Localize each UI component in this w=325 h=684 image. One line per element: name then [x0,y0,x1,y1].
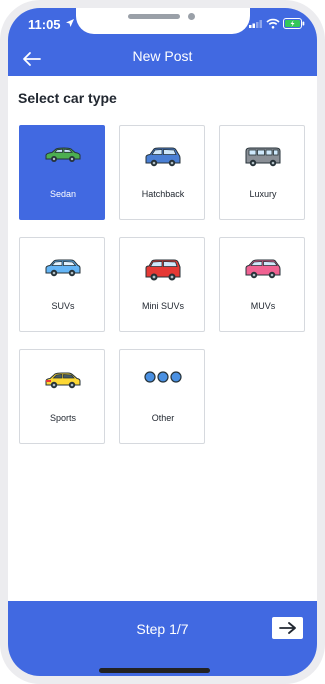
location-arrow-icon [66,19,74,27]
wifi-icon [266,18,280,29]
hatchback-icon [145,147,181,167]
next-button[interactable] [272,617,303,639]
car-type-label: Sedan [49,189,77,199]
car-type-other[interactable]: Other [119,349,205,444]
car-type-sedan[interactable]: Sedan [19,125,105,220]
car-type-muvs[interactable]: MUVs [219,237,305,332]
luxury-icon [245,147,281,167]
car-type-label: Other [151,413,175,423]
car-type-label: Hatchback [141,189,185,199]
header-bar: 11:05 New Post [8,8,317,76]
car-type-mini-suvs[interactable]: Mini SUVs [119,237,205,332]
sports-car-icon [45,372,81,389]
car-type-suvs[interactable]: SUVs [19,237,105,332]
arrow-right-icon [278,622,296,634]
section-heading: Select car type [18,90,117,106]
sedan-icon [45,147,81,162]
car-type-hatchback[interactable]: Hatchback [119,125,205,220]
home-indicator[interactable] [99,668,210,673]
notch-camera [188,13,195,20]
car-type-label: SUVs [51,301,75,311]
signal-icon [249,20,262,28]
car-type-label: MUVs [250,301,276,311]
car-type-label: Sports [49,413,76,423]
mini-suv-icon [145,259,181,281]
notch-speaker [128,14,180,19]
muv-icon [245,259,281,279]
page-title: New Post [132,48,193,64]
car-type-luxury[interactable]: Luxury [219,125,305,220]
step-indicator: Step 1/7 [136,621,189,637]
car-type-label: Mini SUVs [141,301,184,311]
car-type-sports[interactable]: Sports [19,349,105,444]
screen: 11:05 New Post Select car type Sedan Hat… [8,8,317,676]
suv-icon [45,259,81,277]
phone-frame: 11:05 New Post Select car type Sedan Hat… [0,0,325,684]
more-dots-icon [144,371,182,383]
car-type-label: Luxury [249,189,277,199]
battery-charging-icon [283,18,305,29]
device-notch [76,8,250,34]
status-time: 11:05 [28,17,61,32]
footer-bar: Step 1/7 [8,601,317,676]
